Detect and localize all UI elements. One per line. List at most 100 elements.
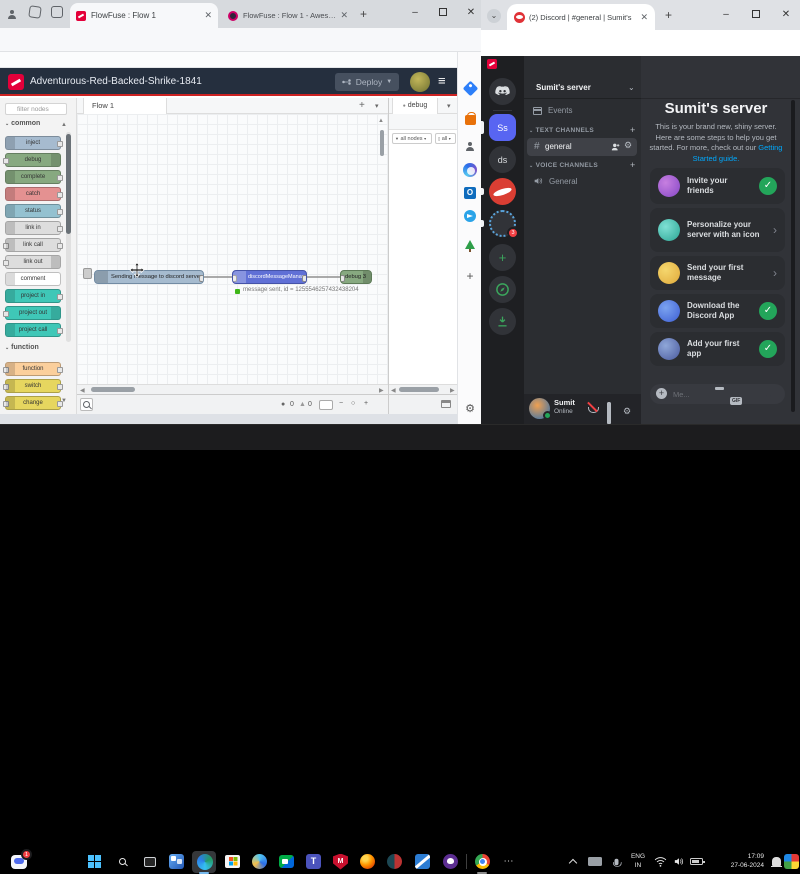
widgets-icon[interactable] — [168, 853, 185, 870]
new-tab-button[interactable]: + — [360, 7, 367, 21]
taskbar-search-icon[interactable] — [114, 853, 131, 870]
microsoft-store-icon[interactable] — [224, 853, 241, 870]
volume-icon[interactable] — [670, 853, 687, 870]
flow-node-small[interactable] — [83, 268, 92, 279]
user-avatar[interactable] — [410, 72, 430, 92]
card-download-app[interactable]: Download the Discord App ✓ — [650, 294, 785, 328]
taskbar-overflow-icon[interactable]: ⋯ — [500, 853, 517, 870]
palette-node-project-call[interactable]: project call — [5, 323, 61, 337]
flow-node-inject[interactable]: Sending message to discord server 's cha… — [94, 270, 204, 284]
palette-node-project-in[interactable]: project in — [5, 289, 61, 303]
sidebar-telegram-icon[interactable] — [462, 208, 478, 224]
tray-mic-icon[interactable] — [608, 853, 625, 870]
text-channels-header[interactable]: ⌄ TEXT CHANNELS — [529, 127, 594, 134]
zoom-in-button[interactable]: + — [364, 400, 368, 407]
palette-node-link-out[interactable]: link out — [5, 255, 61, 269]
voice-channels-header[interactable]: ⌄ VOICE CHANNELS — [529, 162, 598, 169]
user-settings-icon[interactable]: ⚙ — [623, 401, 631, 419]
open-window-icon[interactable] — [441, 400, 451, 408]
navigator-toggle[interactable] — [319, 400, 333, 410]
edge-tab-flowfuse2[interactable]: FlowFuse : Flow 1 - Awesom ✕ — [222, 3, 354, 28]
maximize-button[interactable] — [743, 2, 769, 28]
palette-section-function[interactable]: ⌄ function — [5, 344, 39, 351]
canvas-search-button[interactable] — [80, 398, 93, 411]
server-header[interactable]: Sumit's server ⌄ — [524, 76, 641, 99]
server-red[interactable] — [489, 178, 516, 205]
palette-filter-input[interactable]: filter nodes — [5, 103, 67, 115]
close-tab-icon[interactable]: ✕ — [204, 10, 212, 21]
maximize-button[interactable] — [430, 0, 456, 26]
debug-filter-nodes[interactable]: ▼ all nodes ▾ — [392, 133, 432, 144]
sidebar-profile-icon[interactable] — [462, 138, 478, 154]
tray-app-icon[interactable] — [783, 853, 800, 870]
start-button[interactable] — [86, 853, 103, 870]
palette-node-switch[interactable]: switch — [5, 379, 61, 393]
canvas-hscrollbar-thumb[interactable] — [91, 387, 135, 392]
zoom-reset-button[interactable]: ○ — [351, 400, 355, 407]
vscode-icon[interactable] — [414, 853, 431, 870]
tray-display-icon[interactable] — [586, 853, 603, 870]
close-button[interactable]: ✕ — [458, 0, 481, 26]
download-apps-button[interactable] — [489, 308, 516, 335]
sidebar-caret-icon[interactable]: ▾ — [447, 102, 451, 110]
gif-icon[interactable]: GIF — [730, 389, 742, 407]
server-ds[interactable]: ds — [489, 146, 516, 173]
sidebar-add-icon[interactable]: + — [462, 268, 478, 284]
firefox-icon[interactable] — [359, 853, 376, 870]
canvas-hscrollbar[interactable]: ◀ ▶ — [77, 384, 388, 394]
canvas-grid[interactable]: Sending message to discord server 's cha… — [77, 114, 388, 384]
teams-icon[interactable]: T — [305, 853, 322, 870]
sidebar-settings-icon[interactable]: ⚙ — [462, 400, 478, 416]
profile-icon[interactable] — [7, 6, 17, 24]
copilot-taskbar-icon[interactable] — [251, 853, 268, 870]
deploy-caret-icon[interactable]: ▼ — [386, 79, 392, 85]
hamburger-menu-icon[interactable]: ≡ — [438, 73, 446, 88]
main-scrollbar[interactable] — [791, 100, 795, 412]
create-channel-icon[interactable]: + — [630, 125, 635, 135]
channel-settings-icon[interactable]: ⚙ — [624, 141, 632, 150]
discord-home-button[interactable] — [489, 78, 516, 105]
server-ss[interactable]: Ss — [489, 114, 516, 141]
sidebar-outlook-icon[interactable]: O — [462, 185, 478, 201]
flow-node-debug3[interactable]: debug 3 — [340, 270, 372, 284]
events-item[interactable]: Events — [533, 106, 572, 115]
palette-node-change[interactable]: change — [5, 396, 61, 410]
create-voice-channel-icon[interactable]: + — [630, 160, 635, 170]
sidebar-tree-icon[interactable] — [462, 236, 478, 252]
minimize-button[interactable]: – — [713, 2, 739, 28]
battery-icon[interactable] — [688, 853, 705, 870]
github-desktop-icon[interactable] — [442, 853, 459, 870]
add-flow-icon[interactable]: + — [359, 100, 365, 111]
language-indicator[interactable]: ENGIN — [626, 852, 650, 870]
edge-tab-flowfuse[interactable]: FlowFuse : Flow 1 ✕ — [70, 3, 218, 28]
app-icon-unknown[interactable] — [386, 853, 403, 870]
explore-servers-button[interactable] — [489, 276, 516, 303]
google-meet-icon[interactable] — [278, 853, 295, 870]
palette-node-complete[interactable]: complete — [5, 170, 61, 184]
debug-filter-scope[interactable]: ▯ all ▾ — [435, 133, 456, 144]
palette-node-function[interactable]: function — [5, 362, 61, 376]
close-tab-icon[interactable]: ✕ — [640, 12, 648, 23]
close-tab-icon[interactable]: ✕ — [340, 10, 348, 21]
palette-section-common[interactable]: ⌄ common — [5, 120, 40, 127]
debug-hscrollbar[interactable]: ◀ ▶ — [389, 384, 457, 394]
canvas-scroll-up-icon[interactable]: ▲ — [378, 118, 384, 124]
canvas-vscrollbar-thumb[interactable] — [380, 130, 384, 156]
card-add-app[interactable]: Add your first app ✓ — [650, 332, 785, 366]
flowfuse-logo[interactable] — [8, 74, 24, 90]
attach-icon[interactable]: + — [656, 388, 667, 399]
close-button[interactable]: ✕ — [773, 2, 799, 28]
invite-members-icon[interactable] — [611, 142, 621, 152]
voice-channel-general[interactable]: General — [533, 176, 577, 186]
tab-search-icon[interactable]: ⌄ — [487, 9, 501, 23]
flow-node-discord-manager[interactable]: discordMessageManager — [232, 270, 307, 284]
palette-node-debug[interactable]: debug — [5, 153, 61, 167]
palette-node-inject[interactable]: inject — [5, 136, 61, 150]
add-server-button[interactable]: + — [489, 244, 516, 271]
tray-expand-icon[interactable] — [564, 853, 581, 870]
deafen-icon[interactable] — [607, 404, 611, 422]
channel-general[interactable]: # general ⚙ — [527, 138, 637, 156]
task-view-icon[interactable] — [141, 853, 158, 870]
workspaces-icon[interactable] — [28, 5, 42, 19]
palette-node-comment[interactable]: comment — [5, 272, 61, 286]
